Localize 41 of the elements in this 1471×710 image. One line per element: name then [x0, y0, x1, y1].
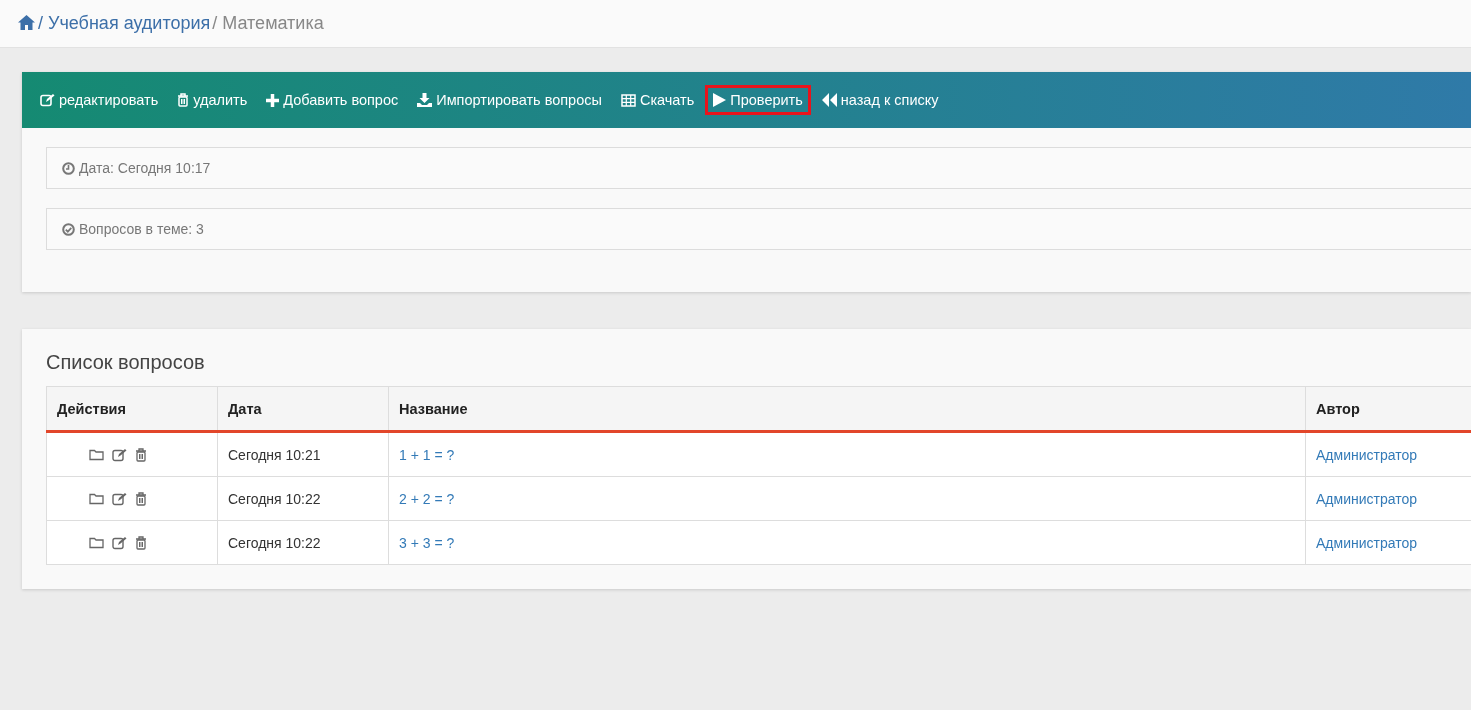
- toolbar-button[interactable]: Скачать: [612, 85, 703, 115]
- question-link[interactable]: 3 + 3 = ?: [399, 534, 455, 551]
- home-icon[interactable]: [17, 13, 36, 31]
- toolbar-button[interactable]: Импортировать вопросы: [409, 85, 610, 115]
- back-link[interactable]: назад к списку: [813, 85, 947, 115]
- edit-icon[interactable]: [112, 535, 127, 550]
- download-icon: [417, 93, 433, 107]
- edit-icon: [40, 93, 55, 107]
- table-cell: Сегодня 10:21: [217, 431, 389, 477]
- trash-icon: [177, 93, 190, 107]
- column-header: Название: [388, 386, 1306, 432]
- edit-icon[interactable]: [112, 491, 127, 506]
- info-text: Дата: Сегодня 10:17: [79, 160, 211, 176]
- toolbar-button[interactable]: Добавить вопрос: [258, 85, 407, 115]
- trash-icon[interactable]: [135, 447, 147, 462]
- table-cell: Сегодня 10:22: [217, 476, 389, 521]
- column-header: Автор: [1305, 386, 1471, 432]
- toolbar-button[interactable]: Проверить: [705, 85, 811, 115]
- trash-icon[interactable]: [135, 491, 147, 506]
- clock-icon: [62, 161, 75, 175]
- breadcrumb-current: / Математика: [212, 13, 324, 34]
- table-cell: Сегодня 10:22: [217, 520, 389, 565]
- folder-icon[interactable]: [89, 536, 104, 549]
- rewind-icon: [821, 93, 837, 107]
- plus-icon: [266, 93, 280, 107]
- section-title: Список вопросов: [46, 351, 206, 374]
- folder-icon[interactable]: [89, 448, 104, 461]
- column-header: Действия: [46, 386, 218, 432]
- toolbar-button[interactable]: редактировать: [32, 85, 167, 115]
- table-icon: [620, 93, 636, 107]
- info-text: Вопросов в теме: 3: [79, 221, 204, 237]
- edit-icon[interactable]: [112, 447, 127, 462]
- column-header: Дата: [217, 386, 389, 432]
- question-link[interactable]: 2 + 2 = ?: [399, 490, 455, 507]
- trash-icon[interactable]: [135, 535, 147, 550]
- breadcrumb-link[interactable]: / Учебная аудитория: [38, 13, 211, 34]
- play-icon: [713, 93, 727, 107]
- check-circle-icon: [62, 222, 75, 236]
- folder-icon[interactable]: [89, 492, 104, 505]
- toolbar-button[interactable]: удалить: [169, 85, 256, 115]
- question-link[interactable]: 1 + 1 = ?: [399, 446, 455, 463]
